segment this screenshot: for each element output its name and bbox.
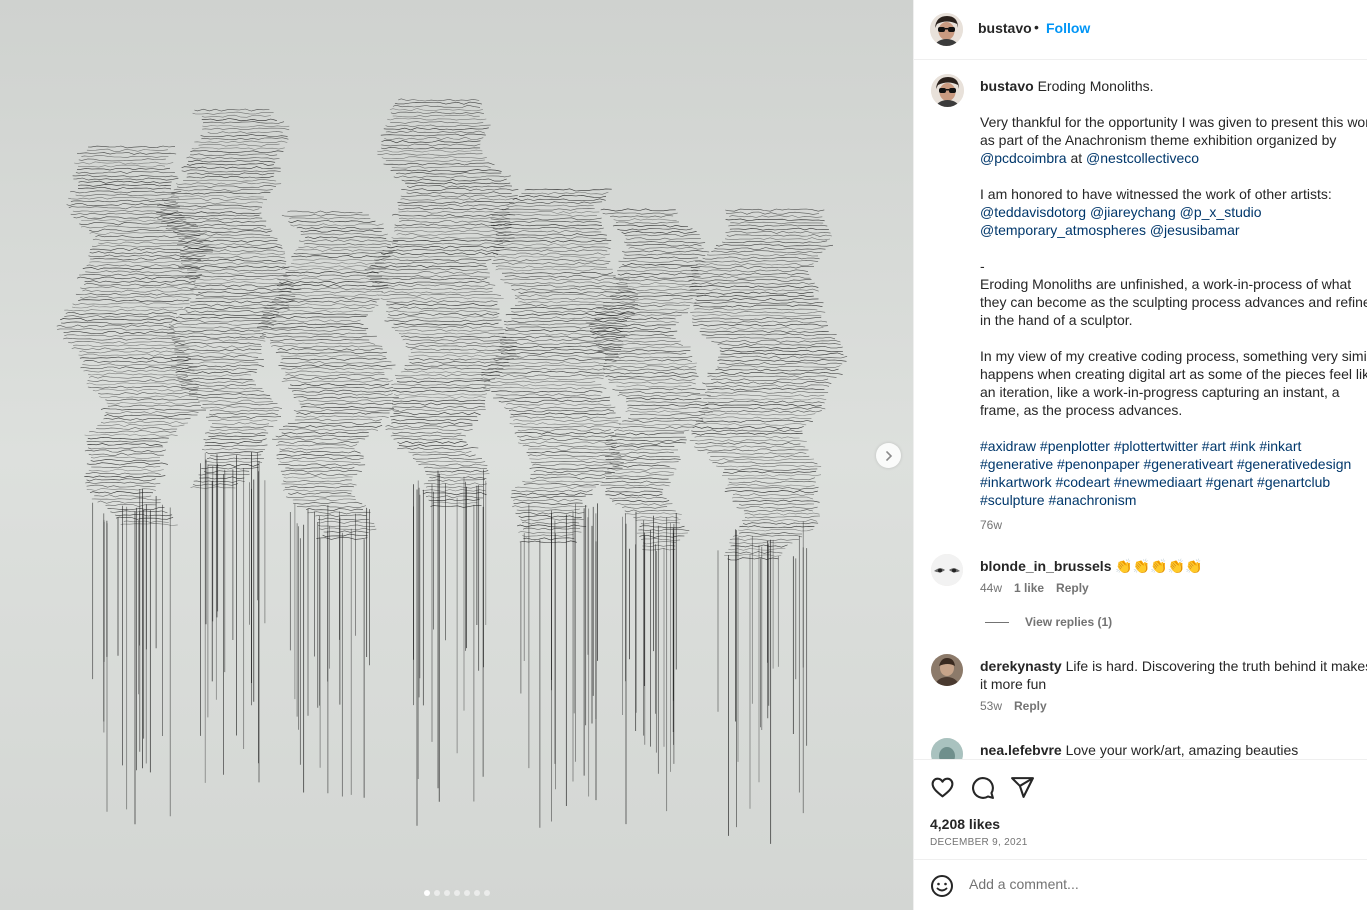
likes-count[interactable]: 4,208 likes (930, 816, 1000, 832)
next-slide-button[interactable] (876, 443, 901, 468)
comments-list[interactable]: bustavo Eroding Monoliths. Very thankful… (914, 60, 1367, 759)
comment-icon (972, 777, 994, 799)
mention-link[interactable]: @teddavisdotorg @jiareychang @p_x_studio (980, 204, 1262, 220)
share-button[interactable] (1010, 775, 1035, 803)
caption-line: In my view of my creative coding process… (980, 348, 1367, 364)
commenter-avatar[interactable] (931, 654, 963, 686)
author-avatar[interactable] (930, 13, 963, 46)
carousel-dot (474, 890, 480, 896)
comment-text-block: derekynasty Life is hard. Discovering th… (980, 657, 1367, 693)
view-replies-label: View replies (1) (1025, 615, 1113, 629)
mention-link[interactable]: @nestcollectiveco (1086, 150, 1199, 166)
reply-button[interactable]: Reply (1056, 581, 1089, 595)
comment-text-block: nea.lefebvre Love your work/art, amazing… (980, 741, 1367, 759)
caption-username[interactable]: bustavo (980, 78, 1034, 94)
comment-input[interactable] (969, 876, 1349, 892)
post-caption: bustavo Eroding Monoliths. Very thankful… (980, 77, 1367, 534)
carousel-dot (434, 890, 440, 896)
emoji-icon (931, 875, 953, 897)
post-date[interactable]: DECEMBER 9, 2021 (930, 837, 1028, 848)
caption-line: in the hand of a sculptor. (980, 312, 1133, 328)
next-arrow-icon (885, 450, 892, 461)
hashtag-links[interactable]: #sculpture #anachronism (980, 492, 1136, 508)
post-sidebar: bustavo • Follow bustavo Eroding Monolit… (913, 0, 1367, 910)
comment-button[interactable] (970, 775, 995, 803)
carousel-dot (454, 890, 460, 896)
view-replies-button[interactable]: View replies (1) (985, 615, 1112, 629)
mention-link[interactable]: @temporary_atmospheres @jesusibamar (980, 222, 1240, 238)
commenter-username[interactable]: blonde_in_brussels (980, 558, 1111, 574)
carousel-dot (424, 890, 430, 896)
caption-line: Very thankful for the opportunity I was … (980, 114, 1367, 130)
like-button[interactable] (930, 775, 955, 803)
emoji-button[interactable] (930, 874, 954, 901)
author-username[interactable]: bustavo (978, 20, 1032, 36)
comment-text-block: blonde_in_brussels 👏👏👏👏👏 (980, 557, 1367, 575)
caption-line: happens when creating digital art as som… (980, 366, 1367, 382)
view-replies-line (985, 621, 1009, 623)
caption-line: they can become as the sculpting process… (980, 294, 1367, 310)
carousel-dot (444, 890, 450, 896)
hashtag-links[interactable]: #inkartwork #codeart #newmediaart #genar… (980, 474, 1330, 490)
caption-author-avatar[interactable] (931, 74, 964, 107)
add-comment-bar (914, 859, 1367, 910)
caption-title: Eroding Monoliths. (1037, 78, 1154, 94)
caption-line: Eroding Monoliths are unfinished, a work… (980, 276, 1352, 292)
comment-text: Love your work/art, amazing beauties (1065, 742, 1299, 758)
follow-button[interactable]: Follow (1046, 20, 1090, 36)
caption-line: as part of the Anachronism theme exhibit… (980, 132, 1337, 148)
post-dialog: bustavo • Follow bustavo Eroding Monolit… (0, 0, 1367, 910)
mention-link[interactable]: @pcdcoimbra (980, 150, 1067, 166)
comment-time[interactable]: 44w (980, 581, 1002, 595)
post-actions-bar: 4,208 likes DECEMBER 9, 2021 (914, 759, 1367, 859)
comment-text: Life is hard. Discovering the truth behi… (1065, 658, 1367, 674)
caption-line: I am honored to have witnessed the work … (980, 186, 1332, 202)
comment-actions: 53w Reply (980, 699, 1047, 713)
comment-time[interactable]: 53w (980, 699, 1002, 713)
header-separator: • (1034, 19, 1039, 35)
commenter-avatar[interactable] (931, 738, 963, 759)
comment-actions: 44w 1 like Reply (980, 581, 1089, 595)
caption-dash: - (980, 258, 985, 274)
caption-timestamp[interactable]: 76w (980, 518, 1002, 532)
commenter-username[interactable]: derekynasty (980, 658, 1062, 674)
share-icon (1011, 777, 1034, 798)
caption-word: at (1070, 150, 1083, 166)
reply-button[interactable]: Reply (1014, 699, 1047, 713)
artwork-image (0, 0, 913, 910)
comment-likes[interactable]: 1 like (1014, 581, 1044, 595)
caption-line: an iteration, like a work-in-progress ca… (980, 384, 1340, 400)
post-media[interactable] (0, 0, 913, 910)
hashtag-links[interactable]: #generative #penonpaper #generativeart #… (980, 456, 1351, 472)
comment-text: 👏👏👏👏👏 (1115, 558, 1203, 574)
comment-text: it more fun (980, 676, 1047, 692)
commenter-username[interactable]: nea.lefebvre (980, 742, 1062, 758)
carousel-dot (484, 890, 490, 896)
carousel-dot (464, 890, 470, 896)
commenter-avatar[interactable] (931, 554, 963, 586)
caption-line: frame, as the process advances. (980, 402, 1183, 418)
carousel-indicator (424, 890, 490, 896)
post-header: bustavo • Follow (914, 0, 1367, 60)
hashtag-links[interactable]: #axidraw #penplotter #plottertwitter #ar… (980, 438, 1301, 454)
heart-icon (931, 777, 954, 798)
